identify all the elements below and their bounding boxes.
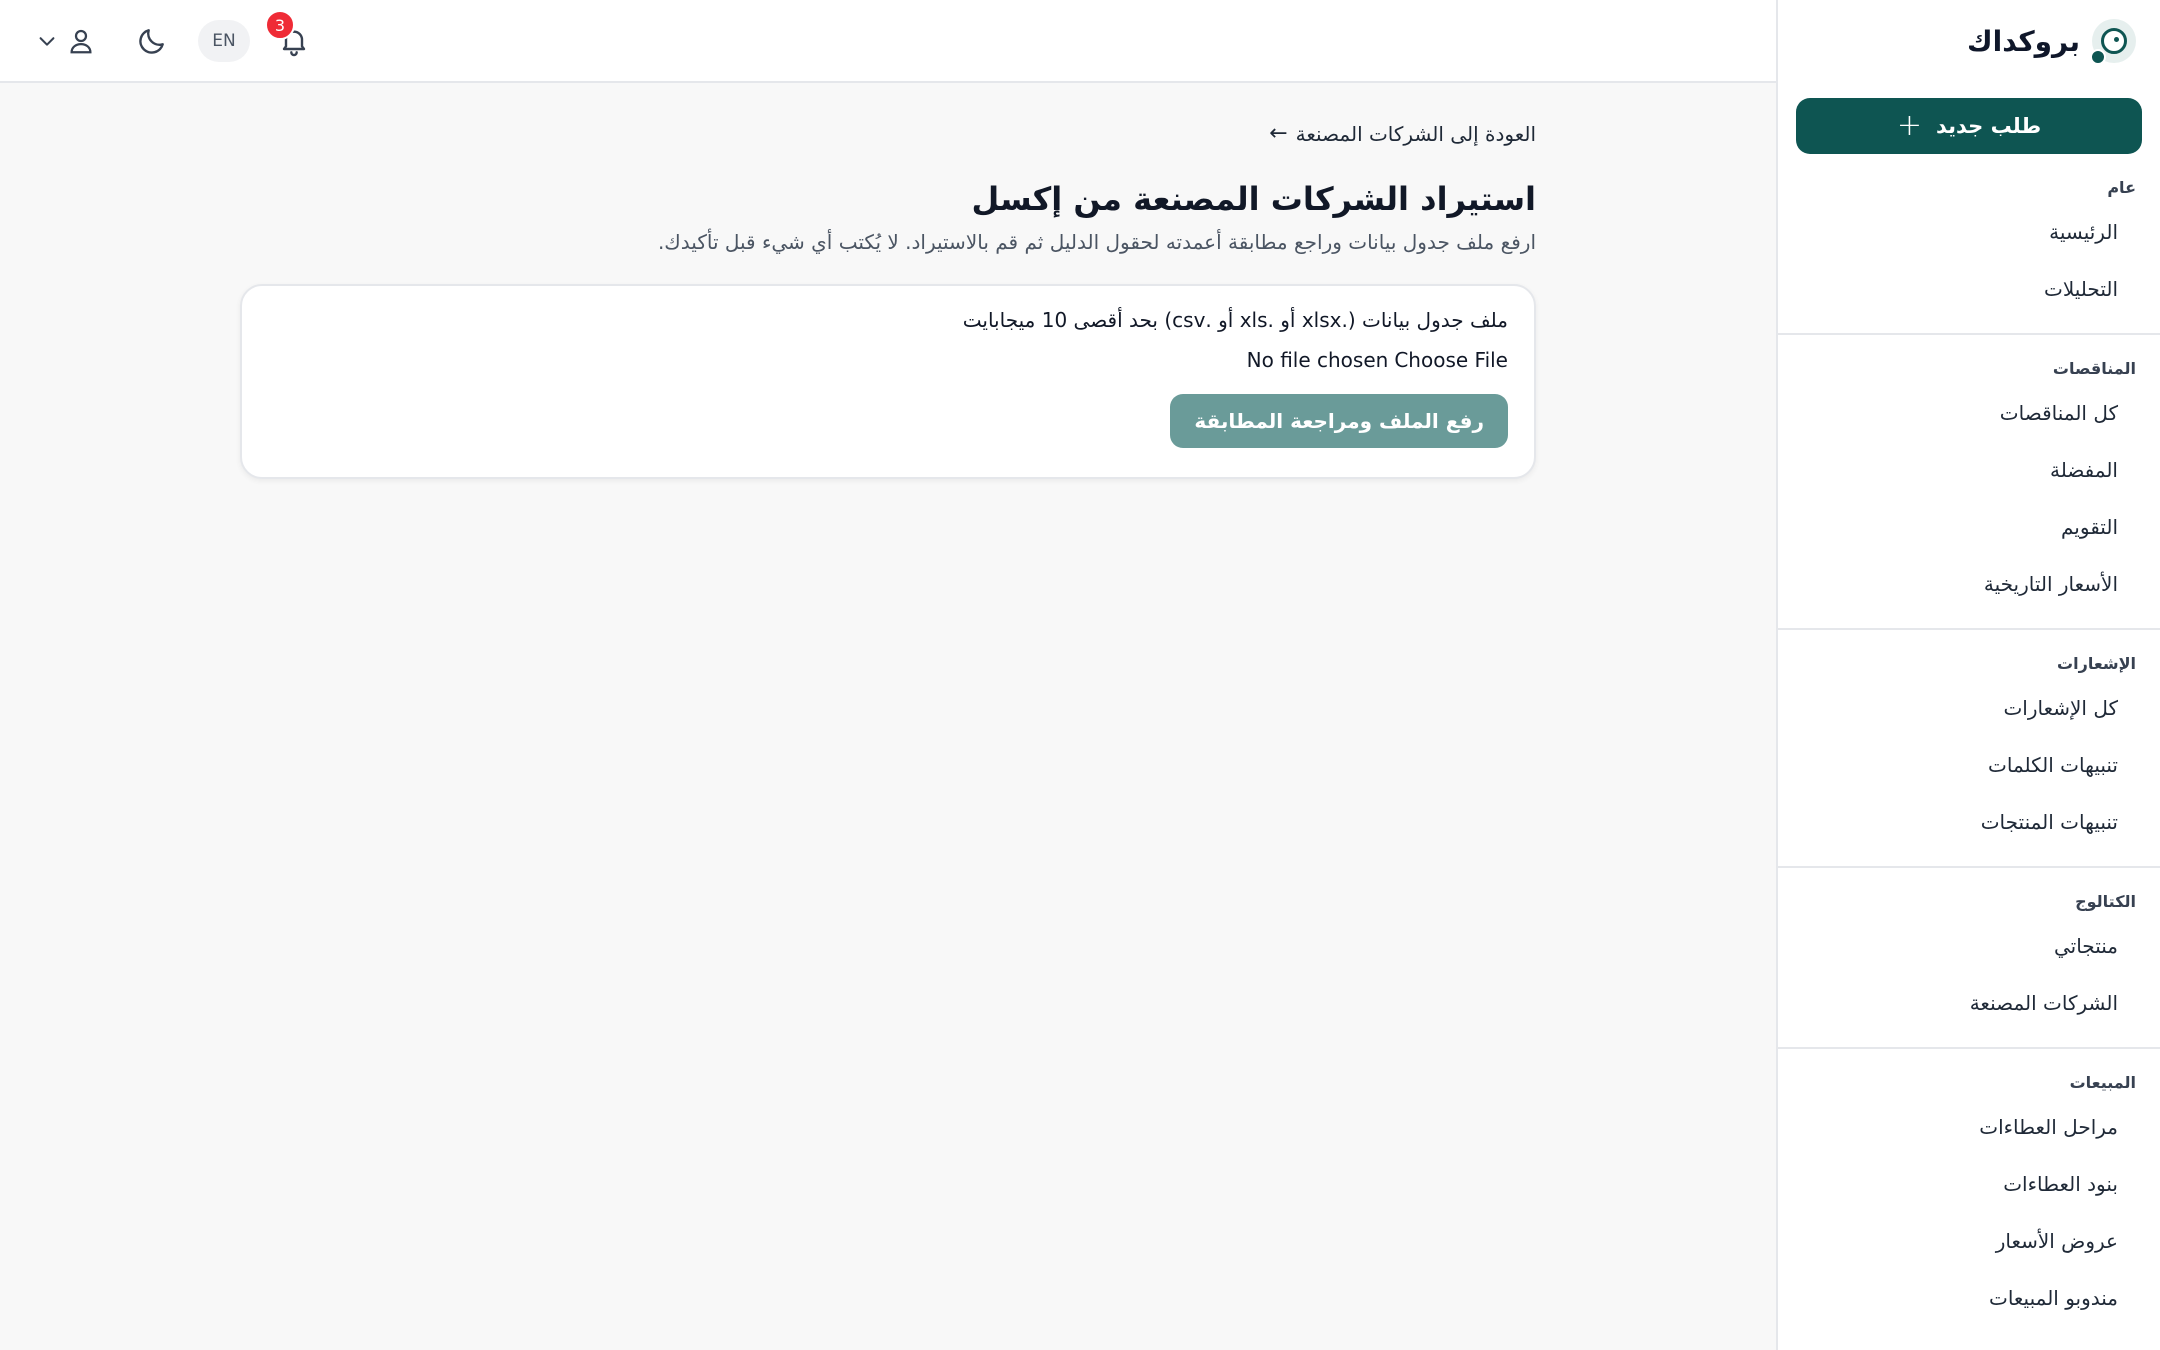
brand-name: بروكداك	[1966, 24, 2080, 58]
moon-icon[interactable]	[136, 25, 168, 57]
main-content: العودة إلى الشركات المصنعة ← استيراد الش…	[0, 83, 1776, 1350]
brand-logo-icon	[2090, 19, 2136, 65]
sidebar-item-historical-prices[interactable]: الأسعار التاريخية	[1796, 555, 2142, 612]
back-link-label: العودة إلى الشركات المصنعة	[1295, 121, 1536, 146]
nav-heading: المبيعات	[2069, 1073, 2136, 1092]
nav-heading: عام	[2107, 178, 2136, 197]
no-file-text: No file chosen	[1246, 348, 1389, 372]
back-link[interactable]: العودة إلى الشركات المصنعة ←	[240, 121, 1536, 146]
sidebar-item-favorites[interactable]: المفضلة	[1796, 441, 2142, 498]
sidebar-item-bid-items[interactable]: بنود العطاءات	[1796, 1155, 2142, 1212]
brand[interactable]: بروكداك	[1778, 0, 2160, 82]
sidebar-item-calendar[interactable]: التقويم	[1796, 498, 2142, 555]
top-bar: EN 3	[0, 0, 1776, 83]
choose-file-button[interactable]: Choose File	[1394, 348, 1508, 372]
page-subtitle: ارفع ملف جدول بيانات وراجع مطابقة أعمدته…	[657, 230, 1536, 254]
file-field-label: ملف جدول بيانات (.xlsx أو .xls أو .csv) …	[962, 308, 1508, 332]
file-input[interactable]: No file chosen Choose File	[268, 348, 1508, 372]
page-title: استيراد الشركات المصنعة من إكسل	[971, 180, 1536, 218]
sidebar-item-my-products[interactable]: منتجاتي	[1796, 917, 2142, 974]
nav-section-sales: المبيعات مراحل العطاءات بنود العطاءات عر…	[1778, 1047, 2160, 1342]
sidebar-item-bid-stages[interactable]: مراحل العطاءات	[1796, 1098, 2142, 1155]
sidebar-item-product-alerts[interactable]: تنبيهات المنتجات	[1796, 793, 2142, 850]
sidebar-item-manufacturers[interactable]: الشركات المصنعة	[1796, 974, 2142, 1031]
nav-heading: الكتالوج	[2075, 892, 2136, 911]
upload-card: ملف جدول بيانات (.xlsx أو .xls أو .csv) …	[240, 284, 1536, 479]
nav-section-general: عام الرئيسية التحليلات	[1778, 154, 2160, 333]
sidebar-item-all-tenders[interactable]: كل المناقصات	[1796, 384, 2142, 441]
sidebar-item-sales-reps[interactable]: مندوبو المبيعات	[1796, 1269, 2142, 1326]
sidebar-item-keyword-alerts[interactable]: تنبيهات الكلمات	[1796, 736, 2142, 793]
nav-section-catalog: الكتالوج منتجاتي الشركات المصنعة	[1778, 866, 2160, 1047]
arrow-left-icon: ←	[1269, 121, 1288, 146]
sidebar-item-quotations[interactable]: عروض الأسعار	[1796, 1212, 2142, 1269]
nav-section-notifications: الإشعارات كل الإشعارات تنبيهات الكلمات ت…	[1778, 628, 2160, 866]
new-request-label: طلب جديد	[1935, 114, 2042, 138]
chevron-down-icon[interactable]	[36, 30, 58, 52]
upload-and-review-button[interactable]: رفع الملف ومراجعة المطابقة	[1170, 394, 1508, 448]
sidebar: بروكداك طلب جديد + عام الرئيسية التحليلا…	[1776, 0, 2160, 1350]
new-request-button[interactable]: طلب جديد +	[1796, 98, 2142, 154]
user-icon[interactable]	[66, 26, 96, 56]
sidebar-item-all-notifications[interactable]: كل الإشعارات	[1796, 679, 2142, 736]
language-toggle[interactable]: EN	[198, 20, 250, 62]
plus-icon: +	[1896, 108, 1922, 143]
sidebar-item-home[interactable]: الرئيسية	[1796, 203, 2142, 260]
nav-heading: المناقصات	[2052, 359, 2136, 378]
notification-count-badge: 3	[265, 10, 295, 40]
nav-section-tenders: المناقصات كل المناقصات المفضلة التقويم ا…	[1778, 333, 2160, 628]
sidebar-item-analytics[interactable]: التحليلات	[1796, 260, 2142, 317]
nav-heading: الإشعارات	[2057, 654, 2136, 673]
